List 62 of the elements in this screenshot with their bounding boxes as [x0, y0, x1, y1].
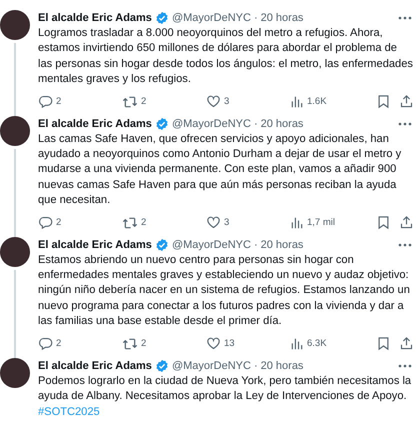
author-handle[interactable]: @MayorDeNYC [172, 360, 251, 372]
view-count: 6.3K [307, 338, 327, 350]
share-icon[interactable] [399, 215, 414, 230]
reply-count: 2 [56, 217, 62, 228]
avatar-placeholder[interactable] [0, 116, 30, 146]
heart-icon[interactable] [206, 336, 221, 352]
more-icon[interactable] [398, 364, 412, 368]
reply-count: 2 [56, 96, 62, 108]
bar-chart-icon[interactable] [290, 336, 304, 351]
author-handle[interactable]: @MayorDeNYC [172, 118, 251, 130]
reply-icon[interactable] [38, 336, 53, 352]
repost-icon[interactable] [122, 336, 138, 352]
verified-badge-icon [154, 238, 169, 252]
more-icon[interactable] [398, 122, 412, 126]
like-count: 3 [224, 217, 230, 228]
post-text: Podemos lograrlo en la ciudad de Nueva York, pero también necesitamos la ayuda de Albany. Necesitamos aprobar la Ley de Intervenciones de Apoyo. [38, 374, 412, 402]
author-name[interactable]: El alcalde Eric Adams [38, 360, 152, 372]
share-icon[interactable] [399, 94, 414, 110]
bar-chart-icon[interactable] [290, 216, 304, 230]
author-handle[interactable]: @MayorDeNYC [172, 12, 251, 24]
author-handle[interactable]: @MayorDeNYC [172, 238, 251, 251]
reply-icon[interactable] [38, 94, 53, 110]
view-count: 1,7 mil [307, 217, 335, 228]
verified-badge-icon [154, 11, 169, 25]
author-name[interactable]: El alcalde Eric Adams [38, 12, 152, 24]
post-time[interactable]: 20 horas [260, 12, 304, 24]
bookmark-icon[interactable] [376, 94, 391, 110]
post-text: Logramos trasladar a 8.000 neoyorquinos del metro a refugios. Ahora, estamos invirtiendo 650 millones de dólares para abordar el problema de las personas sin hogar desde todos los ángulos: el metro, las enfermedades mentales graves y los refugios. [38, 27, 413, 86]
avatar-placeholder[interactable] [0, 236, 30, 267]
author-name[interactable]: El alcalde Eric Adams [38, 238, 152, 251]
avatar-placeholder[interactable] [0, 10, 30, 40]
separator-dot: · [254, 238, 258, 251]
post-text: Las camas Safe Haven, que ofrecen servicios y apoyo adicionales, han ayudado a neoyorquinos como Antonio Durham a dejar de usar el metro y mudarse a una vivienda permanente. Con este plan, vamos a añadir 900 nuevas camas Safe Haven para que aún más personas reciban la ayuda que necesitan. [38, 132, 402, 206]
like-count: 3 [224, 96, 230, 108]
repost-count: 2 [141, 217, 146, 228]
repost-icon[interactable] [122, 94, 138, 110]
separator-dot: · [254, 12, 258, 24]
avatar-placeholder[interactable] [0, 358, 30, 388]
repost-icon[interactable] [122, 214, 138, 231]
reply-icon[interactable] [38, 215, 53, 230]
like-count: 13 [224, 338, 235, 350]
bookmark-icon[interactable] [376, 215, 391, 230]
post-time[interactable]: 20 horas [260, 238, 304, 251]
bar-chart-icon[interactable] [290, 94, 304, 109]
separator-dot: · [254, 118, 258, 130]
post-text: Estamos abriendo un nuevo centro para personas sin hogar con enfermedades mentales graves y estableciendo un nuevo y audaz objetivo: ningún niño debería nacer en un sistema de refugios. Estamos lanzando un nuevo programa para conectar a los futuros padres con la vivienda y dar a las familias una base estable desde el primer día. [38, 254, 410, 328]
repost-count: 2 [141, 338, 146, 350]
author-name[interactable]: El alcalde Eric Adams [38, 118, 152, 130]
more-icon[interactable] [398, 242, 412, 247]
separator-dot: · [254, 360, 258, 372]
view-count: 1.6K [307, 96, 327, 108]
verified-badge-icon [154, 116, 169, 131]
repost-count: 2 [141, 96, 146, 108]
heart-icon[interactable] [206, 215, 221, 230]
share-icon[interactable] [399, 336, 414, 352]
heart-icon[interactable] [206, 94, 221, 110]
post-time[interactable]: 20 horas [260, 118, 304, 130]
verified-badge-icon [154, 358, 169, 373]
more-icon[interactable] [398, 16, 412, 20]
bookmark-icon[interactable] [376, 336, 391, 352]
reply-count: 2 [56, 338, 62, 350]
post-time[interactable]: 20 horas [260, 360, 304, 372]
